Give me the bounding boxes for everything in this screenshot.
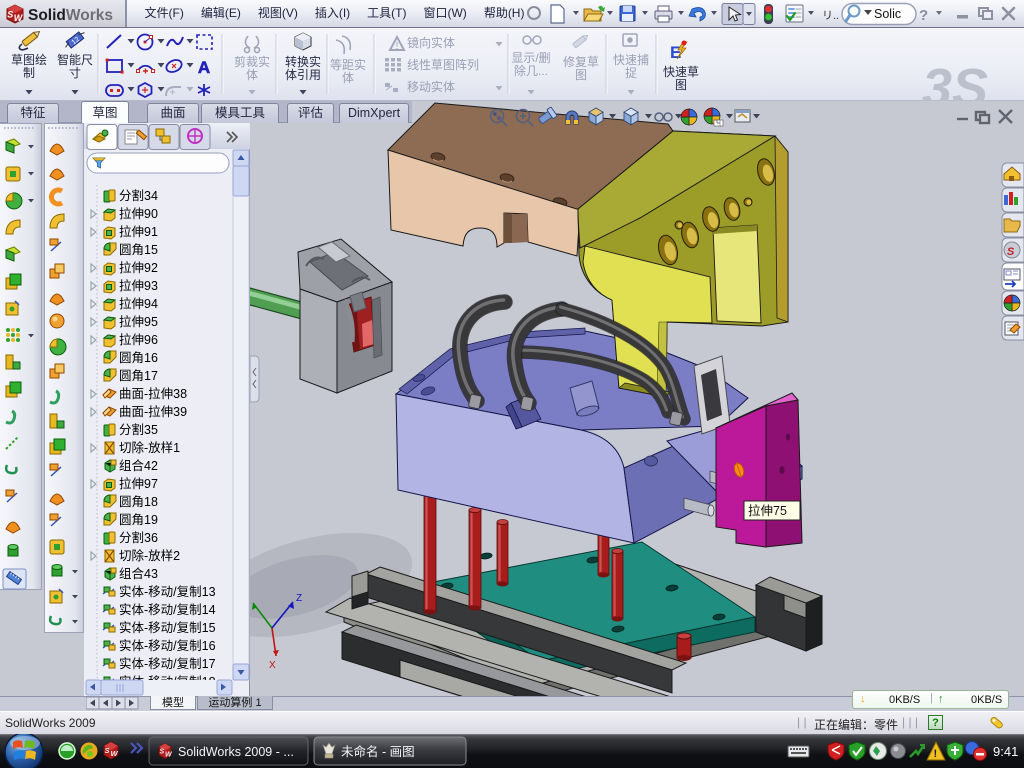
svg-text:体: 体	[342, 71, 354, 85]
svg-text:组合43: 组合43	[119, 566, 158, 581]
svg-text:!: !	[934, 748, 938, 760]
svg-text:体引用: 体引用	[285, 68, 321, 82]
svg-text:分割35: 分割35	[119, 422, 158, 437]
svg-text:3S: 3S	[922, 58, 988, 101]
svg-text:实体-移动/复制14: 实体-移动/复制14	[119, 602, 216, 617]
svg-text:SolidWorks: SolidWorks	[28, 7, 113, 24]
svg-text:W: W	[14, 13, 24, 23]
svg-text:リ..: リ..	[822, 10, 839, 22]
svg-text:切除-放样2: 切除-放样2	[119, 548, 180, 563]
svg-text:拉伸96: 拉伸96	[119, 332, 158, 347]
svg-text:实体-移动/复制15: 实体-移动/复制15	[119, 620, 216, 635]
svg-text:显示/删: 显示/删	[511, 51, 550, 65]
svg-text:寸: 寸	[69, 66, 81, 80]
svg-text:S: S	[160, 749, 165, 756]
svg-text:圆角17: 圆角17	[119, 369, 158, 383]
svg-text:镜向实体: 镜向实体	[407, 35, 455, 50]
svg-text:拉伸90: 拉伸90	[119, 206, 158, 221]
svg-text:W: W	[111, 749, 119, 758]
svg-text:图: 图	[675, 78, 687, 92]
svg-text:未命名 - 画图: 未命名 - 画图	[341, 744, 415, 759]
svg-text:!: !	[396, 41, 399, 52]
svg-text:A: A	[198, 58, 210, 77]
svg-text:转换实: 转换实	[285, 54, 321, 69]
svg-text:等距实: 等距实	[330, 57, 366, 72]
svg-text:?: ?	[919, 7, 928, 24]
svg-text:圆角19: 圆角19	[119, 513, 158, 527]
svg-text:9:41: 9:41	[993, 744, 1018, 759]
svg-text:移动实体: 移动实体	[407, 79, 455, 94]
svg-text:智能尺: 智能尺	[57, 52, 93, 67]
svg-text:S: S	[105, 746, 110, 755]
svg-text:SolidWorks 2009 - ...: SolidWorks 2009 - ...	[178, 745, 294, 759]
svg-text:除几...: 除几...	[514, 63, 548, 78]
svg-text:Solic: Solic	[874, 7, 901, 21]
svg-text:切除-放样1: 切除-放样1	[119, 440, 180, 455]
svg-text:拉伸92: 拉伸92	[119, 260, 158, 275]
svg-text:分割34: 分割34	[119, 188, 158, 203]
svg-text:体: 体	[246, 68, 258, 82]
svg-text:制: 制	[23, 66, 35, 80]
svg-text:草图绘: 草图绘	[11, 52, 47, 67]
svg-text:S: S	[1007, 246, 1015, 258]
svg-text:剪裁实: 剪裁实	[234, 54, 270, 69]
svg-text:实体-移动/复制13: 实体-移动/复制13	[119, 584, 216, 599]
svg-text:曲面-拉伸38: 曲面-拉伸38	[119, 386, 187, 401]
svg-text:拉伸95: 拉伸95	[119, 314, 158, 329]
svg-text:圆角15: 圆角15	[119, 243, 158, 257]
svg-text:图: 图	[575, 68, 587, 82]
svg-text:快速草: 快速草	[663, 65, 699, 79]
svg-text:分割36: 分割36	[119, 530, 158, 545]
svg-text:快速捕: 快速捕	[613, 52, 649, 67]
svg-text:修复草: 修复草	[563, 54, 599, 69]
svg-text:拉伸93: 拉伸93	[119, 278, 158, 293]
svg-text:线性草图阵列: 线性草图阵列	[407, 58, 479, 72]
svg-text:拉伸91: 拉伸91	[119, 224, 158, 239]
svg-text:实体-移动/复制17: 实体-移动/复制17	[119, 656, 216, 671]
svg-text:X: X	[269, 660, 276, 671]
svg-text:Z: Z	[296, 593, 302, 604]
svg-text:S: S	[7, 10, 13, 20]
svg-text:组合42: 组合42	[119, 458, 158, 473]
svg-text:拉伸97: 拉伸97	[119, 476, 158, 491]
svg-text:捉: 捉	[625, 65, 637, 80]
svg-text:圆角18: 圆角18	[119, 495, 158, 509]
svg-text:实体-移动/复制16: 实体-移动/复制16	[119, 638, 216, 653]
svg-text:拉伸75: 拉伸75	[748, 503, 787, 518]
svg-text:曲面-拉伸39: 曲面-拉伸39	[119, 404, 187, 419]
svg-text:E: E	[670, 43, 681, 62]
svg-text:拉伸94: 拉伸94	[119, 296, 158, 311]
svg-text:圆角16: 圆角16	[119, 351, 158, 365]
